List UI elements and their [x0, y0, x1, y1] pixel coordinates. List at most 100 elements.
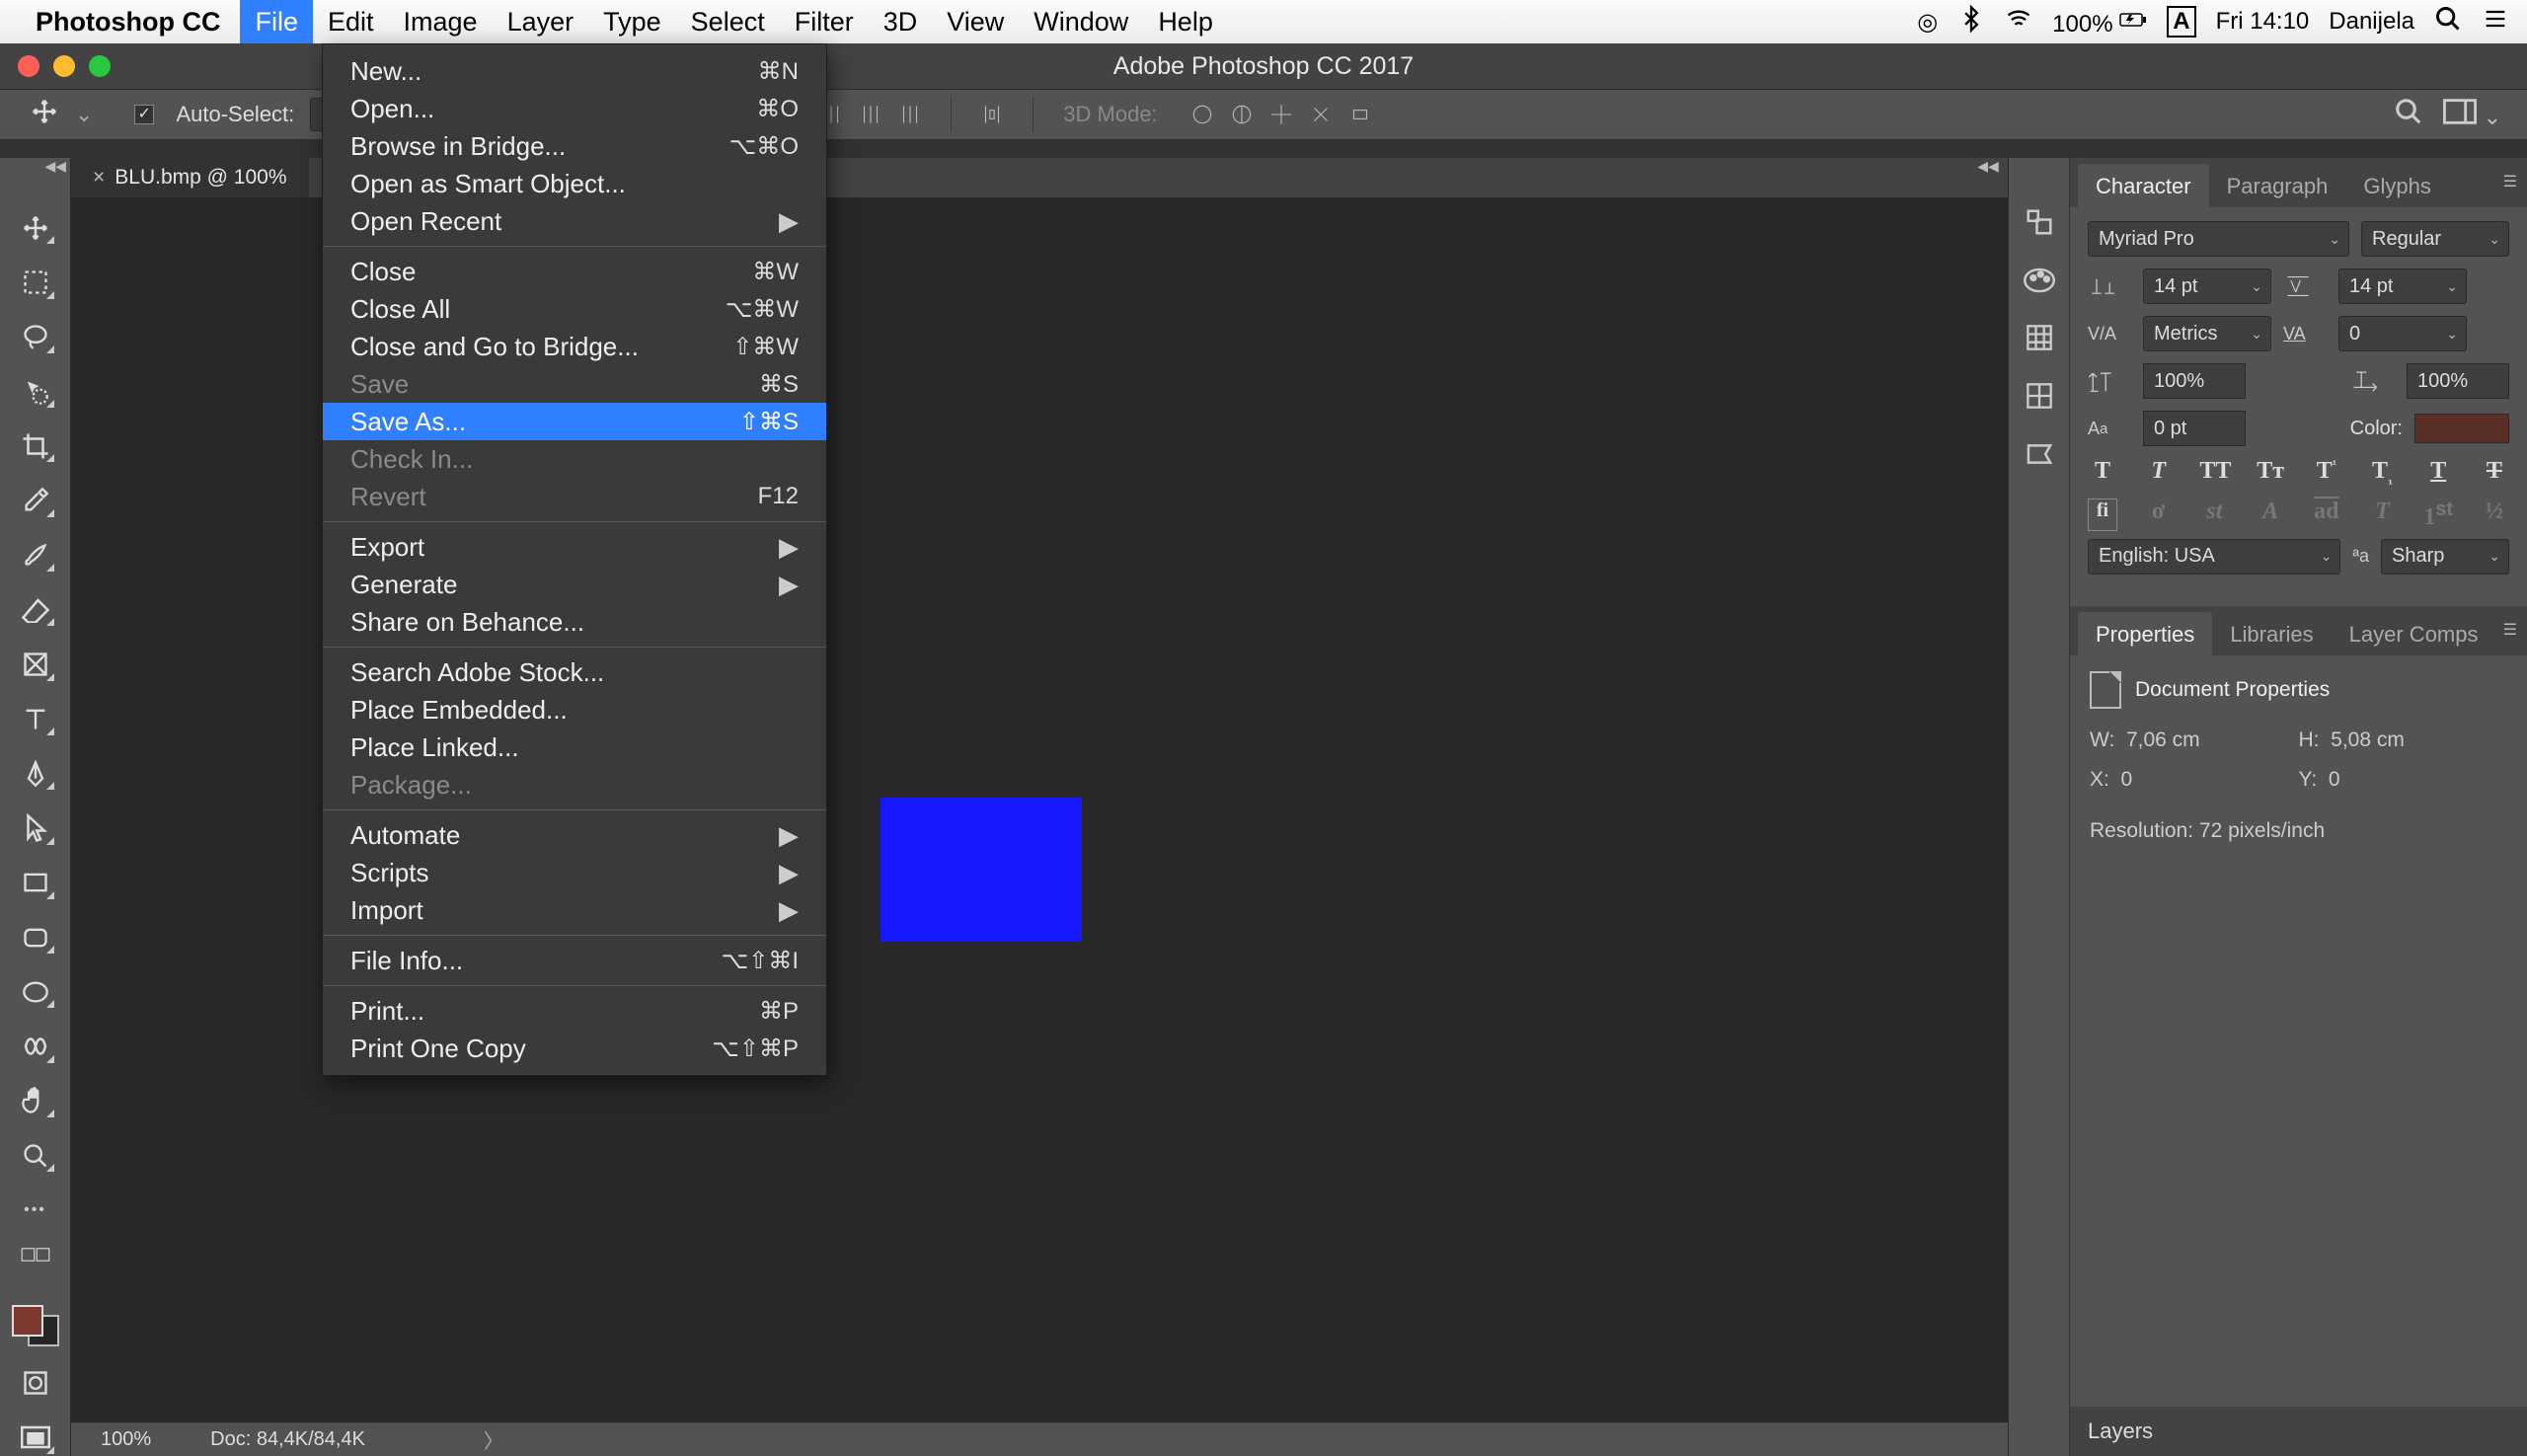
italic-button[interactable]: T: [2144, 458, 2174, 487]
input-source-icon[interactable]: A: [2167, 6, 2195, 38]
kerning-dropdown[interactable]: Metrics⌄: [2143, 316, 2271, 351]
path-select-tool[interactable]: [15, 809, 56, 846]
menu-item[interactable]: Open...⌘O: [323, 90, 826, 127]
menu-item[interactable]: Save As...⇧⌘S: [323, 403, 826, 440]
language-dropdown[interactable]: English: USA⌄: [2088, 539, 2340, 575]
menu-item[interactable]: Place Embedded...: [323, 691, 826, 728]
menu-3d[interactable]: 3D: [869, 0, 933, 43]
status-menu-icon[interactable]: 〉: [484, 1425, 503, 1454]
hand-tool[interactable]: [15, 1083, 56, 1119]
zoom-level[interactable]: 100%: [101, 1428, 151, 1451]
more-tools[interactable]: •••: [15, 1191, 56, 1228]
tab-character[interactable]: Character: [2078, 164, 2209, 207]
panel-menu-icon[interactable]: ☰: [2503, 620, 2517, 640]
panel-menu-icon[interactable]: ☰: [2503, 172, 2517, 192]
brushes-panel-icon[interactable]: [2026, 382, 2053, 415]
clock[interactable]: Fri 14:10: [2216, 8, 2310, 36]
menu-item[interactable]: Import▶: [323, 891, 826, 929]
menu-item[interactable]: Generate▶: [323, 566, 826, 603]
menu-item[interactable]: Share on Behance...: [323, 603, 826, 641]
menu-item[interactable]: New...⌘N: [323, 52, 826, 90]
distribute-spacing-btn[interactable]: [975, 98, 1009, 131]
marquee-tool[interactable]: [15, 264, 56, 300]
text-color-swatch[interactable]: [2414, 414, 2509, 443]
tracking-dropdown[interactable]: 0⌄: [2338, 316, 2467, 351]
menu-type[interactable]: Type: [588, 0, 676, 43]
font-family-dropdown[interactable]: Myriad Pro⌄: [2088, 221, 2349, 257]
3d-btn[interactable]: [1304, 98, 1338, 131]
menu-file[interactable]: File: [240, 0, 313, 43]
tab-libraries[interactable]: Libraries: [2212, 612, 2331, 655]
menu-item[interactable]: File Info...⌥⇧⌘I: [323, 942, 826, 979]
crop-tool[interactable]: [15, 427, 56, 464]
menu-item[interactable]: Place Linked...: [323, 728, 826, 766]
superscript-button[interactable]: T¹: [2312, 458, 2341, 487]
lasso-tool[interactable]: [15, 319, 56, 355]
menu-image[interactable]: Image: [389, 0, 493, 43]
color-panel-icon[interactable]: [2024, 268, 2055, 298]
menu-select[interactable]: Select: [676, 0, 780, 43]
menu-item[interactable]: Close⌘W: [323, 253, 826, 290]
workspace-switcher-icon[interactable]: ⌄: [2443, 99, 2501, 130]
3d-btn[interactable]: [1186, 98, 1219, 131]
history-panel-icon[interactable]: [2025, 207, 2054, 242]
ligatures-button[interactable]: fi: [2088, 498, 2117, 531]
tab-paragraph[interactable]: Paragraph: [2209, 164, 2346, 207]
edit-toolbar-icon[interactable]: [21, 1247, 50, 1267]
menu-filter[interactable]: Filter: [780, 0, 869, 43]
custom-shape-tool[interactable]: [15, 1028, 56, 1064]
strikethrough-button[interactable]: T: [2480, 458, 2509, 487]
vscale-input[interactable]: 100%: [2143, 363, 2246, 399]
font-style-dropdown[interactable]: Regular⌄: [2361, 221, 2509, 257]
battery-status[interactable]: 100%: [2052, 6, 2147, 38]
contextual-alt-button[interactable]: ơ: [2144, 498, 2174, 531]
menu-item[interactable]: Search Adobe Stock...: [323, 653, 826, 691]
menu-item[interactable]: Scripts▶: [323, 854, 826, 891]
menu-item[interactable]: Close All⌥⌘W: [323, 290, 826, 328]
bold-button[interactable]: T: [2088, 458, 2117, 487]
move-tool[interactable]: [15, 209, 56, 246]
fractions-button[interactable]: ½: [2480, 498, 2509, 531]
quick-mask-icon[interactable]: [15, 1364, 56, 1401]
auto-select-checkbox[interactable]: [134, 105, 154, 124]
quick-select-tool[interactable]: [15, 373, 56, 410]
leading-dropdown[interactable]: 14 pt⌄: [2338, 268, 2467, 304]
menu-item[interactable]: Print...⌘P: [323, 992, 826, 1030]
ellipse-tool[interactable]: [15, 973, 56, 1010]
3d-btn[interactable]: [1225, 98, 1259, 131]
eyedropper-tool[interactable]: [15, 482, 56, 518]
smallcaps-button[interactable]: Tᴛ: [2256, 458, 2285, 487]
subscript-button[interactable]: T₁: [2368, 458, 2398, 487]
menu-item[interactable]: Export▶: [323, 528, 826, 566]
ordinals-button[interactable]: 1st: [2423, 498, 2453, 531]
cc-icon[interactable]: ◎: [1917, 8, 1938, 37]
zoom-tool[interactable]: [15, 1137, 56, 1174]
menu-window[interactable]: Window: [1019, 0, 1143, 43]
rounded-rect-tool[interactable]: [15, 919, 56, 956]
menu-help[interactable]: Help: [1143, 0, 1228, 43]
swash-button[interactable]: A: [2256, 498, 2285, 531]
document-tab[interactable]: × BLU.bmp @ 100%: [71, 158, 309, 197]
eraser-tool[interactable]: [15, 591, 56, 628]
pen-tool[interactable]: [15, 755, 56, 792]
menu-icon[interactable]: [2482, 5, 2509, 39]
3d-btn[interactable]: [1343, 98, 1377, 131]
menu-view[interactable]: View: [932, 0, 1019, 43]
screen-mode-icon[interactable]: [15, 1419, 56, 1456]
rectangle-tool[interactable]: [15, 865, 56, 901]
wifi-icon[interactable]: [2005, 5, 2032, 39]
3d-btn[interactable]: [1264, 98, 1298, 131]
foreground-color-swatch[interactable]: [12, 1305, 43, 1337]
antialias-dropdown[interactable]: Sharp⌄: [2381, 539, 2509, 575]
menu-item[interactable]: Open Recent▶: [323, 202, 826, 240]
menu-item[interactable]: Automate▶: [323, 816, 826, 854]
doc-size[interactable]: Doc: 84,4K/84,4K: [210, 1428, 365, 1451]
distribute-btn[interactable]: [854, 98, 887, 131]
discretionary-button[interactable]: ad: [2312, 498, 2341, 531]
color-swatches[interactable]: [12, 1305, 59, 1347]
bluetooth-icon[interactable]: [1957, 5, 1985, 39]
type-tool[interactable]: [15, 701, 56, 737]
menu-edit[interactable]: Edit: [313, 0, 389, 43]
distribute-btn[interactable]: [893, 98, 927, 131]
layers-panel-tab[interactable]: Layers: [2070, 1407, 2527, 1456]
